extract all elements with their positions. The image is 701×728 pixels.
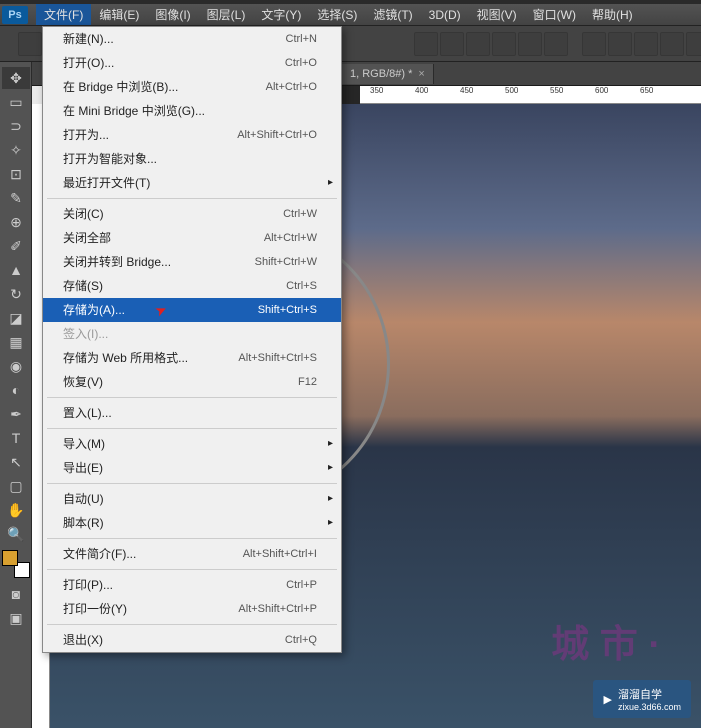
eyedropper-tool[interactable]: ✎ [2,187,30,209]
hand-tool[interactable]: ✋ [2,499,30,521]
menu-import[interactable]: 导入(M)▸ [43,432,341,456]
align-btn[interactable] [466,32,490,56]
menu-3d[interactable]: 3D(D) [421,6,469,24]
screenmode-tool[interactable]: ▣ [2,607,30,629]
menu-type[interactable]: 文字(Y) [253,4,309,25]
color-swatches[interactable] [2,550,30,578]
menu-export[interactable]: 导出(E)▸ [43,456,341,480]
menu-automate[interactable]: 自动(U)▸ [43,487,341,511]
menu-checkin: 签入(I)... [43,322,341,346]
menu-save-web[interactable]: 存储为 Web 所用格式...Alt+Shift+Ctrl+S [43,346,341,370]
annotation-arrow-icon: ➤ [152,299,170,320]
eraser-tool[interactable]: ◪ [2,307,30,329]
menu-image[interactable]: 图像(I) [147,4,198,25]
menu-save[interactable]: 存储(S)Ctrl+S [43,274,341,298]
menu-file[interactable]: 文件(F) [36,4,91,25]
lasso-tool[interactable]: ⊃ [2,115,30,137]
move-tool[interactable]: ✥ [2,67,30,89]
menu-view[interactable]: 视图(V) [469,4,525,25]
gradient-tool[interactable]: ▦ [2,331,30,353]
align-btn[interactable] [414,32,438,56]
type-tool[interactable]: T [2,427,30,449]
watermark: ▶ 溜溜自学 zixue.3d66.com [593,680,691,718]
menu-browse-bridge[interactable]: 在 Bridge 中浏览(B)...Alt+Ctrl+O [43,75,341,99]
menu-browse-mini-bridge[interactable]: 在 Mini Bridge 中浏览(G)... [43,99,341,123]
foreground-color[interactable] [2,550,18,566]
ps-logo-icon: Ps [2,6,28,24]
menu-new[interactable]: 新建(N)...Ctrl+N [43,27,341,51]
align-btn[interactable] [544,32,568,56]
menu-open[interactable]: 打开(O)...Ctrl+O [43,51,341,75]
toolbox: ✥ ▭ ⊃ ✧ ⊡ ✎ ⊕ ✐ ▲ ↻ ◪ ▦ ◉ ◐ ✒ T ↖ ▢ ✋ 🔍 … [0,62,32,728]
menu-open-smart[interactable]: 打开为智能对象... [43,147,341,171]
chevron-right-icon: ▸ [328,435,333,453]
quickmask-tool[interactable]: ◙ [2,583,30,605]
crop-tool[interactable]: ⊡ [2,163,30,185]
path-tool[interactable]: ↖ [2,451,30,473]
distribute-btn[interactable] [634,32,658,56]
zoom-tool[interactable]: 🔍 [2,523,30,545]
menu-print[interactable]: 打印(P)...Ctrl+P [43,573,341,597]
menu-close-all[interactable]: 关闭全部Alt+Ctrl+W [43,226,341,250]
pen-tool[interactable]: ✒ [2,403,30,425]
marquee-tool[interactable]: ▭ [2,91,30,113]
menu-layer[interactable]: 图层(L) [199,4,254,25]
menu-file-info[interactable]: 文件简介(F)...Alt+Shift+Ctrl+I [43,542,341,566]
menu-scripts[interactable]: 脚本(R)▸ [43,511,341,535]
chevron-right-icon: ▸ [328,514,333,532]
distribute-btn[interactable] [686,32,701,56]
wand-tool[interactable]: ✧ [2,139,30,161]
distribute-btn[interactable] [582,32,606,56]
menu-window[interactable]: 窗口(W) [525,4,584,25]
overlay-text: 城 市 · [551,613,661,668]
menu-exit[interactable]: 退出(X)Ctrl+Q [43,628,341,652]
align-btn[interactable] [518,32,542,56]
chevron-right-icon: ▸ [328,174,333,192]
opt-btn[interactable] [18,32,42,56]
blur-tool[interactable]: ◉ [2,355,30,377]
dodge-tool[interactable]: ◐ [2,379,30,401]
menu-select[interactable]: 选择(S) [309,4,365,25]
menu-close-goto-bridge[interactable]: 关闭并转到 Bridge...Shift+Ctrl+W [43,250,341,274]
menu-revert[interactable]: 恢复(V)F12 [43,370,341,394]
close-icon[interactable]: × [418,68,424,80]
heal-tool[interactable]: ⊕ [2,211,30,233]
chevron-right-icon: ▸ [328,490,333,508]
tab-label: 1, RGB/8#) * [350,68,412,80]
align-btn[interactable] [492,32,516,56]
menu-print-one[interactable]: 打印一份(Y)Alt+Shift+Ctrl+P [43,597,341,621]
document-tab[interactable]: 1, RGB/8#) * × [342,64,434,84]
menu-place[interactable]: 置入(L)... [43,401,341,425]
shape-tool[interactable]: ▢ [2,475,30,497]
file-dropdown-menu: 新建(N)...Ctrl+N 打开(O)...Ctrl+O 在 Bridge 中… [42,26,342,653]
history-brush-tool[interactable]: ↻ [2,283,30,305]
menu-bar: Ps 文件(F) 编辑(E) 图像(I) 图层(L) 文字(Y) 选择(S) 滤… [0,4,701,26]
chevron-right-icon: ▸ [328,459,333,477]
stamp-tool[interactable]: ▲ [2,259,30,281]
align-btn[interactable] [440,32,464,56]
distribute-btn[interactable] [608,32,632,56]
menu-close[interactable]: 关闭(C)Ctrl+W [43,202,341,226]
menu-open-as[interactable]: 打开为...Alt+Shift+Ctrl+O [43,123,341,147]
menu-save-as[interactable]: 存储为(A)...Shift+Ctrl+S➤ [43,298,341,322]
menu-recent-files[interactable]: 最近打开文件(T)▸ [43,171,341,195]
menu-help[interactable]: 帮助(H) [584,4,641,25]
brush-tool[interactable]: ✐ [2,235,30,257]
ruler-horizontal: 350 400 450 500 550 600 650 [360,86,701,104]
distribute-btn[interactable] [660,32,684,56]
menu-filter[interactable]: 滤镜(T) [365,4,420,25]
menu-edit[interactable]: 编辑(E) [91,4,147,25]
